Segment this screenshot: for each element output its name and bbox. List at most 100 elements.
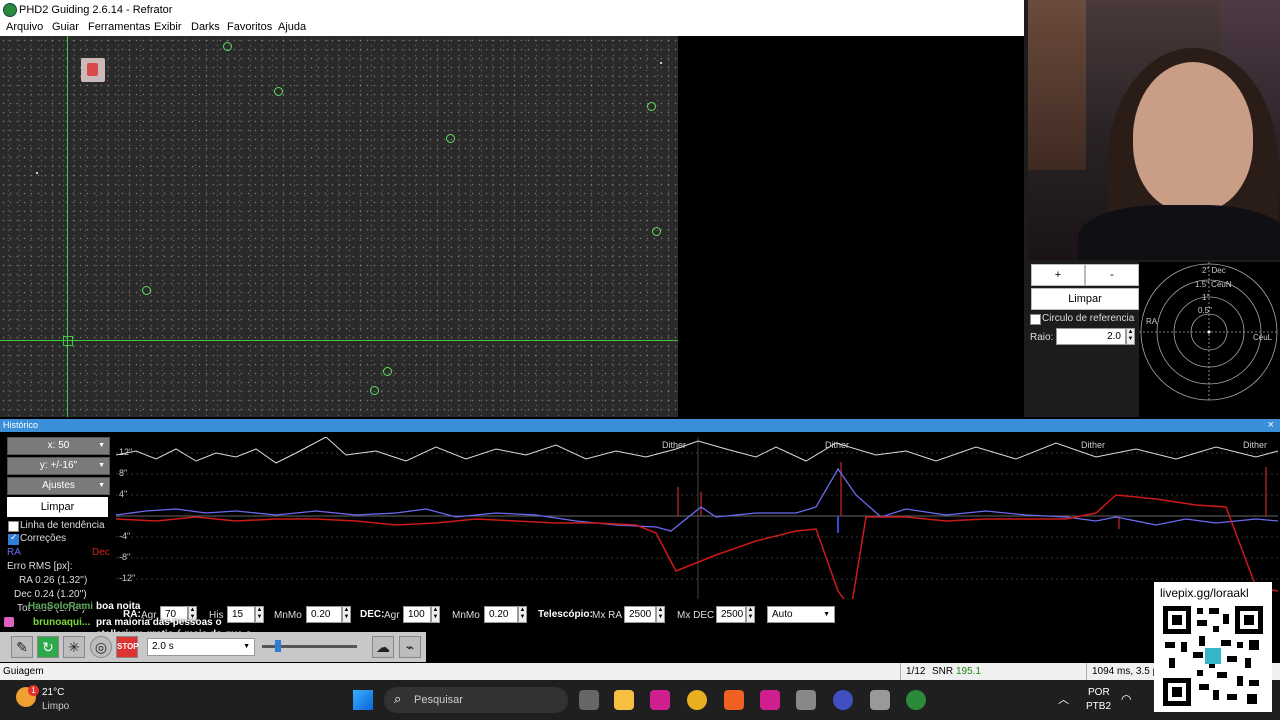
app-icon[interactable] — [760, 690, 780, 710]
loop-icon[interactable]: ↻ — [37, 636, 59, 658]
weather-temp: 21°C — [42, 687, 65, 698]
bookmark-icon[interactable] — [81, 58, 105, 82]
ra-mnmo-spinner[interactable]: ▲ ▼ — [342, 606, 351, 623]
task-view-icon[interactable] — [579, 690, 599, 710]
star-marker — [370, 386, 379, 395]
chat-user: brunoaqui... — [33, 617, 91, 628]
taskbar-search[interactable]: ⌕ Pesquisar — [384, 687, 568, 713]
menu-darks[interactable]: Darks — [191, 21, 220, 33]
webcam-person-face — [1133, 62, 1253, 212]
y-tick: -8" — [119, 552, 130, 562]
usb-connect-icon[interactable]: ✎ — [11, 636, 33, 658]
target-plot: 2" Dec 1.5" CéuN 1" 0.5" RA CéuL — [1139, 262, 1280, 417]
mxra-input[interactable]: 2500 — [624, 606, 656, 623]
guide-icon[interactable]: ◎ — [90, 636, 112, 658]
star-marker — [274, 87, 283, 96]
gamma-slider-thumb[interactable] — [275, 640, 281, 652]
dec-params-label: DEC: — [360, 609, 385, 620]
x-scale-combo[interactable]: x: 50 ▼ — [7, 437, 110, 455]
corrections-checkbox[interactable] — [8, 532, 19, 545]
history-clear-button[interactable]: Limpar — [7, 497, 108, 517]
status-divider — [900, 663, 901, 680]
dec-agr-label: Agr — [384, 610, 400, 621]
mxra-spinner[interactable]: ▲ ▼ — [656, 606, 665, 623]
menu-ferramentas[interactable]: Ferramentas — [88, 21, 150, 33]
phd2-taskbar-icon[interactable] — [906, 690, 926, 710]
stop-button[interactable]: STOP — [116, 636, 139, 658]
star-marker — [383, 367, 392, 376]
mxdec-spinner[interactable]: ▲ ▼ — [746, 606, 755, 623]
dec-mnmo-input[interactable]: 0.20 — [484, 606, 518, 623]
star-marker — [647, 102, 656, 111]
search-icon: ⌕ — [394, 691, 402, 706]
start-icon[interactable] — [353, 690, 373, 710]
chevron-down-icon: ▼ — [98, 442, 105, 449]
language-primary[interactable]: POR — [1088, 687, 1110, 698]
app-icon[interactable] — [796, 690, 816, 710]
dec-mnmo-spinner[interactable]: ▲ ▼ — [518, 606, 527, 623]
chrome-icon[interactable] — [687, 690, 707, 710]
settings-combo[interactable]: Ajustes ▼ — [7, 477, 110, 495]
menu-guiar[interactable]: Guiar — [52, 21, 79, 33]
brain-icon[interactable]: ☁ — [372, 636, 394, 658]
menu-favoritos[interactable]: Favoritos — [227, 21, 272, 33]
ra-mnmo-input[interactable]: 0.20 — [306, 606, 342, 623]
status-timing: 1094 ms, 3.5 p — [1092, 666, 1159, 677]
target-clear-button[interactable]: Limpar — [1031, 288, 1139, 310]
status-frame: 1/12 — [906, 666, 926, 677]
history-close-icon[interactable]: × — [1268, 419, 1274, 431]
search-placeholder: Pesquisar — [414, 694, 463, 706]
rms-title: Erro RMS [px]: — [7, 561, 73, 572]
star — [660, 62, 662, 64]
dither-label: Dither — [1081, 440, 1105, 450]
qr-url: livepix.gg/loraakl — [1160, 586, 1249, 600]
brave-icon[interactable] — [724, 690, 744, 710]
donation-qr-overlay: livepix.gg/loraakl — [1154, 582, 1272, 712]
ra-legend[interactable]: RA — [7, 547, 21, 558]
zoom-plus-button[interactable]: + — [1031, 264, 1085, 286]
ra-series-line — [116, 467, 1278, 532]
guide-camera-image[interactable] — [0, 36, 678, 417]
qr-code — [1163, 606, 1263, 706]
tray-chevron-icon[interactable]: ︿ — [1058, 691, 1069, 707]
stellarium-icon[interactable] — [833, 690, 853, 710]
zoom-minus-button[interactable]: - — [1085, 264, 1139, 286]
target-label-dec: 2" Dec — [1202, 266, 1226, 275]
heart-icon — [4, 617, 14, 627]
star-marker — [223, 42, 232, 51]
menu-ajuda[interactable]: Ajuda — [278, 21, 306, 33]
target-label-ra: RA — [1146, 317, 1158, 326]
menu-exibir[interactable]: Exibir — [154, 21, 182, 33]
webcam-shelf — [1028, 0, 1086, 170]
language-secondary[interactable]: PTB2 — [1086, 701, 1111, 712]
dec-legend[interactable]: Dec — [92, 547, 110, 558]
y-scale-value: y: +/-16" — [39, 460, 78, 471]
app-icon[interactable] — [650, 690, 670, 710]
app-icon[interactable] — [870, 690, 890, 710]
wifi-icon[interactable]: ◠ — [1121, 692, 1131, 706]
trend-checkbox[interactable] — [8, 521, 19, 532]
dec-agr-input[interactable]: 100 — [403, 606, 431, 623]
snr-value: 195.1 — [956, 666, 982, 677]
ref-circle-checkbox[interactable] — [1030, 314, 1041, 325]
dec-agr-spinner[interactable]: ▲ ▼ — [431, 606, 440, 623]
trend-label: Linha de tendência — [20, 520, 105, 531]
file-explorer-icon[interactable] — [614, 690, 634, 710]
menu-arquivo[interactable]: Arquivo — [6, 21, 43, 33]
radius-spinner[interactable]: ▲ ▼ — [1126, 328, 1135, 345]
guide-graph: 12" 8" 4" -4" -8" -12" Dither Dither Dit… — [116, 437, 1278, 599]
windows-taskbar: 1 21°C Limpo ⌕ Pesquisar ︿ POR PTB2 ◠ — [0, 680, 1280, 720]
radius-input[interactable]: 2.0 — [1056, 328, 1126, 345]
ra-his-spinner[interactable]: ▲ ▼ — [255, 606, 264, 623]
y-scale-combo[interactable]: y: +/-16" ▼ — [7, 457, 110, 475]
mxra-label: Mx RA — [592, 610, 622, 621]
status-divider — [1086, 663, 1087, 680]
y-tick: -4" — [119, 531, 130, 541]
mxdec-input[interactable]: 2500 — [716, 606, 746, 623]
exposure-select[interactable]: 2.0 s ▼ — [147, 638, 255, 656]
star-select-icon[interactable]: ✳ — [63, 636, 85, 658]
dec-mode-select[interactable]: Auto ▼ — [767, 606, 835, 623]
chat-user: HanSoloRami — [28, 601, 94, 612]
scope-icon[interactable]: ⌁ — [399, 636, 421, 658]
crosshair-vertical — [67, 36, 68, 417]
